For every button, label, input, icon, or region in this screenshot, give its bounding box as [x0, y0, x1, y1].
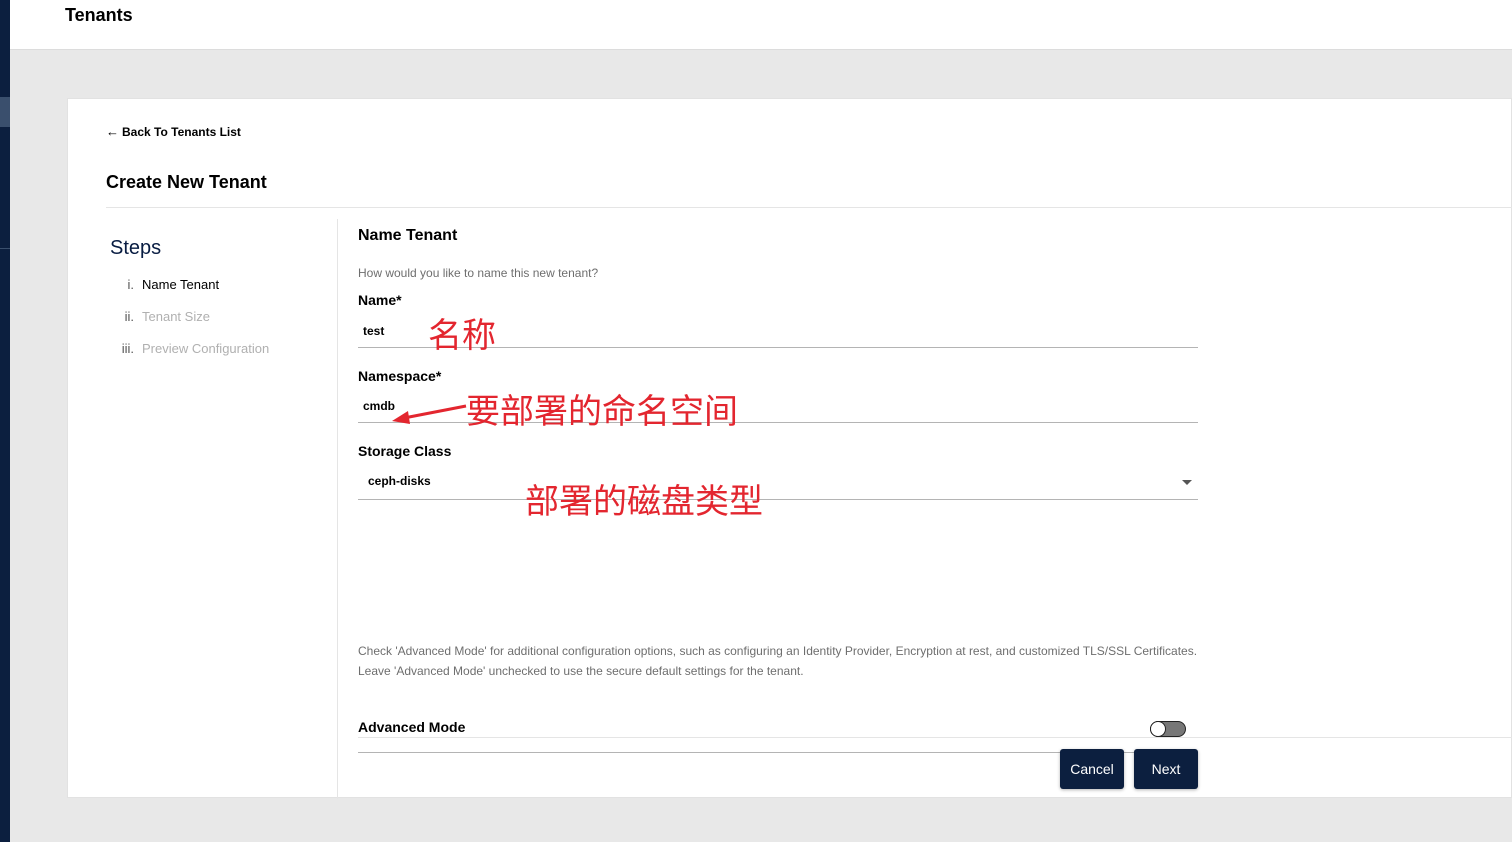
step-number: ii. [124, 309, 134, 324]
name-label: Name* [358, 292, 402, 308]
step-number: i. [127, 277, 135, 292]
left-nav-strip [0, 0, 10, 842]
page-title: Create New Tenant [106, 172, 267, 192]
divider [106, 207, 1512, 208]
chevron-down-icon [1182, 480, 1192, 485]
step-name-tenant[interactable]: i. Name Tenant [106, 277, 220, 292]
header-title: Tenants [65, 5, 133, 25]
namespace-label: Namespace* [358, 368, 442, 384]
storage-class-value: ceph-disks [368, 474, 431, 488]
storage-class-label: Storage Class [358, 443, 452, 459]
back-to-tenants-link[interactable]: ← Back To Tenants List [106, 124, 241, 139]
nav-divider [0, 248, 10, 249]
footer-divider [358, 737, 1512, 738]
annotation-name: 名称 [428, 316, 496, 356]
step-number: iii. [121, 341, 134, 356]
advanced-note-line-2: Leave 'Advanced Mode' unchecked to use t… [358, 664, 804, 678]
step-preview-configuration[interactable]: iii. Preview Configuration [106, 341, 269, 356]
advanced-mode-label: Advanced Mode [358, 719, 466, 735]
advanced-note-line-1: Check 'Advanced Mode' for additional con… [358, 644, 1198, 658]
cancel-button[interactable]: Cancel [1060, 749, 1124, 789]
annotation-storage: 部署的磁盘类型 [525, 482, 763, 522]
steps-panel: Steps i. Name Tenant ii. Tenant Size iii… [106, 219, 338, 799]
create-tenant-card: ← Back To Tenants List Create New Tenant… [67, 98, 1512, 799]
steps-title: Steps [110, 237, 162, 259]
advanced-mode-row: Advanced Mode [358, 707, 1198, 753]
advanced-mode-toggle[interactable] [1150, 721, 1186, 737]
arrow-left-icon: ← [106, 124, 119, 139]
step-label: Name Tenant [142, 277, 220, 292]
section-title: Name Tenant [358, 227, 458, 244]
step-label: Preview Configuration [142, 341, 270, 356]
toggle-knob [1150, 721, 1166, 737]
advanced-mode-note: Check 'Advanced Mode' for additional con… [358, 641, 1198, 681]
back-link-label: Back To Tenants List [122, 124, 241, 139]
step-label: Tenant Size [142, 309, 210, 324]
step-tenant-size[interactable]: ii. Tenant Size [106, 309, 210, 324]
nav-highlight [0, 97, 10, 127]
annotation-namespace: 要部署的命名空间 [466, 392, 738, 432]
annotation-arrow-icon [392, 404, 467, 424]
next-button[interactable]: Next [1134, 749, 1198, 789]
top-header: Tenants [10, 0, 1512, 50]
help-text: How would you like to name this new tena… [358, 266, 599, 280]
storage-class-select[interactable]: ceph-disks [358, 464, 1198, 500]
